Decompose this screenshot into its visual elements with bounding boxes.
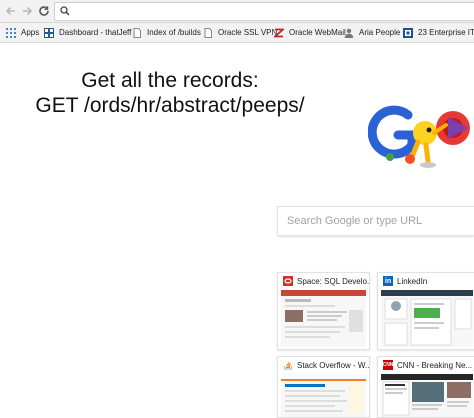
- tile-title: Stack Overflow - W...: [297, 360, 369, 370]
- dashboard-icon: [44, 27, 54, 38]
- tile-header: in LinkedIn: [378, 273, 474, 289]
- bookmark-dashboard[interactable]: Dashboard - thatJeff: [44, 26, 131, 39]
- tile-thumbnail: [281, 290, 366, 347]
- bookmark-label: Index of /builds: [147, 28, 201, 37]
- tile-thumbnail: [381, 290, 473, 347]
- reload-icon: [39, 6, 49, 16]
- page-icon: [204, 27, 212, 38]
- tile-header: CNN CNN - Breaking Ne...: [378, 357, 474, 373]
- heading-line-2: GET /ords/hr/abstract/peeps/: [35, 94, 305, 117]
- tile-title: CNN - Breaking Ne...: [397, 360, 473, 370]
- heading-line-1: Get all the records:: [81, 69, 259, 92]
- tile-header: Space: SQL Develo...: [278, 273, 369, 289]
- bookmark-index-builds[interactable]: Index of /builds: [132, 26, 201, 39]
- bookmark-label: Dashboard - thatJeff: [59, 28, 132, 37]
- oracle-icon: [283, 276, 293, 286]
- back-button[interactable]: [3, 3, 19, 19]
- address-bar[interactable]: [54, 2, 474, 21]
- reload-button[interactable]: [36, 3, 52, 19]
- cnn-icon: CNN: [382, 360, 394, 370]
- tile-linkedin[interactable]: in LinkedIn: [377, 272, 474, 350]
- tile-title: Space: SQL Develo...: [297, 276, 369, 286]
- back-arrow-icon: [5, 6, 15, 16]
- bookmark-label: 23 Enterprise IT P: [418, 28, 474, 37]
- tile-thumbnail: [281, 374, 366, 417]
- search-box[interactable]: [277, 206, 474, 236]
- forward-button[interactable]: [19, 3, 35, 19]
- search-input[interactable]: [285, 213, 474, 229]
- bookmark-aria-people[interactable]: Aria People: [344, 26, 400, 39]
- google-doodle[interactable]: [368, 95, 474, 180]
- address-input[interactable]: [75, 4, 469, 19]
- page-icon: [133, 27, 141, 38]
- bookmark-label: Apps: [21, 28, 40, 37]
- bookmark-enterprise-it[interactable]: 23 Enterprise IT P: [403, 26, 474, 39]
- search-icon: [60, 6, 70, 16]
- tile-thumbnail: [381, 374, 473, 417]
- stackoverflow-icon: [283, 360, 293, 370]
- bookmark-label: Oracle SSL VPN: [218, 28, 278, 37]
- bookmark-label: Oracle WebMail: [289, 28, 346, 37]
- tile-cnn[interactable]: CNN CNN - Breaking Ne...: [377, 356, 474, 418]
- bookmark-oracle-vpn[interactable]: Oracle SSL VPN: [203, 26, 277, 39]
- forward-arrow-icon: [23, 6, 33, 16]
- linkedin-icon: in: [383, 276, 393, 286]
- tile-sql-developer[interactable]: Space: SQL Develo...: [277, 272, 370, 350]
- browser-toolbar: [0, 0, 474, 23]
- tile-stack-overflow[interactable]: Stack Overflow - W...: [277, 356, 370, 418]
- tile-title: LinkedIn: [397, 276, 428, 286]
- enterprise-icon: [403, 27, 413, 38]
- apps-grid-icon: [6, 27, 16, 38]
- bookmark-label: Aria People: [359, 28, 401, 37]
- bookmarks-bar: Apps Dashboard - thatJeff Index of /buil…: [0, 23, 474, 43]
- webmail-icon: [274, 28, 284, 37]
- tile-header: Stack Overflow - W...: [278, 357, 369, 373]
- bookmark-oracle-webmail[interactable]: Oracle WebMail: [274, 26, 346, 39]
- bookmark-apps[interactable]: Apps: [6, 26, 39, 39]
- person-icon: [344, 28, 354, 38]
